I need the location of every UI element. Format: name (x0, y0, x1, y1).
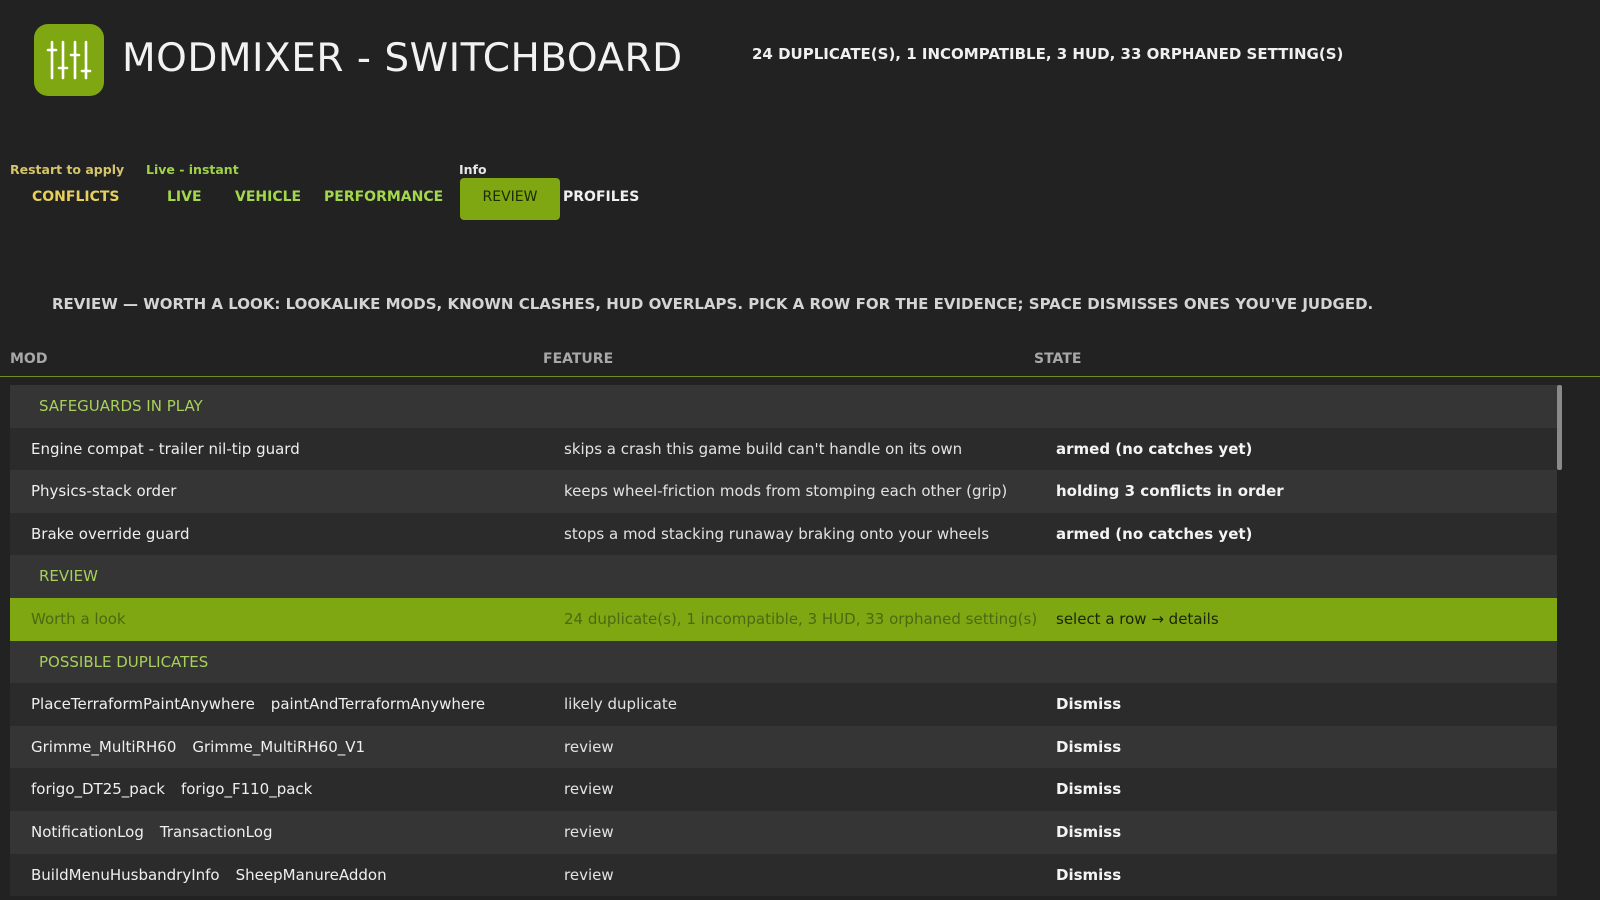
mod-name-a: NotificationLog (31, 822, 144, 841)
feature-cell: review (564, 737, 614, 756)
table-row[interactable]: Engine compat - trailer nil-tip guard sk… (10, 427, 1557, 471)
mod-cell: forigo_DT25_pack forigo_F110_pack (31, 768, 312, 811)
review-hint: REVIEW — WORTH A LOOK: LOOKALIKE MODS, K… (52, 295, 1374, 313)
feature-cell: review (564, 780, 614, 799)
column-header-state[interactable]: STATE (1034, 351, 1081, 367)
column-header-mod[interactable]: MOD (10, 351, 47, 367)
header-divider (0, 376, 1600, 377)
mod-name-a: BuildMenuHusbandryInfo (31, 865, 220, 884)
tab-performance[interactable]: PERFORMANCE (324, 178, 443, 220)
feature-cell: likely duplicate (564, 695, 677, 714)
mod-cell: BuildMenuHusbandryInfo SheepManureAddon (31, 854, 387, 897)
state-cell: holding 3 conflicts in order (1056, 482, 1284, 501)
section-label: SAFEGUARDS IN PLAY (39, 397, 203, 415)
mod-cell: Grimme_MultiRH60 Grimme_MultiRH60_V1 (31, 726, 365, 769)
mod-cell: Engine compat - trailer nil-tip guard (31, 439, 300, 458)
table-row[interactable]: Grimme_MultiRH60 Grimme_MultiRH60_V1 revi… (10, 725, 1557, 769)
mod-cell: NotificationLog TransactionLog (31, 811, 272, 854)
section-label: POSSIBLE DUPLICATES (39, 652, 209, 671)
feature-cell: stops a mod stacking runaway braking ont… (564, 524, 990, 543)
tab-review[interactable]: REVIEW (460, 178, 560, 220)
section-header-review[interactable]: REVIEW (10, 555, 1557, 598)
feature-cell: review (564, 865, 614, 884)
dismiss-button[interactable]: Dismiss (1056, 726, 1121, 769)
table-row[interactable]: PlaceTerraformPaintAnywhere paintAndTerra… (10, 683, 1557, 726)
dismiss-button[interactable]: Dismiss (1056, 854, 1121, 897)
mod-name-b: paintAndTerraformAnywhere (270, 695, 486, 714)
tab-vehicle[interactable]: VEHICLE (235, 178, 301, 220)
mod-name-a: PlaceTerraformPaintAnywhere (31, 695, 255, 714)
mod-cell: PlaceTerraformPaintAnywhere paintAndTerra… (31, 683, 485, 726)
state-cell: armed (no catches yet) (1056, 524, 1253, 543)
state-cell: armed (no catches yet) (1056, 439, 1253, 458)
section-header-safeguards[interactable]: SAFEGUARDS IN PLAY (10, 385, 1557, 428)
mod-name-b: forigo_F110_pack (180, 780, 313, 799)
section-header-duplicates[interactable]: POSSIBLE DUPLICATES (10, 640, 1557, 684)
mod-name-a: Grimme_MultiRH60 (31, 737, 177, 756)
app-logo (34, 24, 104, 96)
table-row[interactable]: Physics-stack order keeps wheel-friction… (10, 470, 1557, 513)
feature-cell: keeps wheel-friction mods from stomping … (564, 482, 1008, 501)
tab-group-live: Live - instant (146, 162, 239, 177)
issue-summary: 24 DUPLICATE(S), 1 INCOMPATIBLE, 3 HUD, … (752, 45, 1344, 63)
feature-cell: skips a crash this game build can't hand… (564, 439, 963, 458)
mod-cell: Worth a look (31, 609, 126, 628)
table-row-selected[interactable]: Worth a look 24 duplicate(s), 1 incompat… (10, 597, 1557, 641)
dismiss-button[interactable]: Dismiss (1056, 811, 1121, 854)
scrollbar-thumb[interactable] (1557, 385, 1562, 470)
column-header-feature[interactable]: FEATURE (543, 351, 613, 367)
mixer-sliders-icon (46, 40, 92, 80)
feature-cell: 24 duplicate(s), 1 incompatible, 3 HUD, … (564, 609, 1038, 628)
tab-group-restart: Restart to apply (10, 162, 125, 177)
mod-name-b: SheepManureAddon (235, 865, 387, 884)
mod-cell: Physics-stack order (31, 482, 177, 501)
mod-name-a: forigo_DT25_pack (31, 780, 165, 799)
review-table: SAFEGUARDS IN PLAY Engine compat - trail… (10, 385, 1557, 897)
dismiss-button[interactable]: Dismiss (1056, 768, 1121, 811)
dismiss-button[interactable]: Dismiss (1056, 683, 1121, 726)
mod-name-b: TransactionLog (159, 822, 273, 841)
table-row[interactable]: BuildMenuHusbandryInfo SheepManureAddon r… (10, 853, 1557, 897)
mod-cell: Brake override guard (31, 524, 190, 543)
mod-name-b: Grimme_MultiRH60_V1 (192, 737, 366, 756)
feature-cell: review (564, 822, 614, 841)
tab-conflicts[interactable]: CONFLICTS (32, 178, 120, 220)
table-row[interactable]: forigo_DT25_pack forigo_F110_pack review … (10, 768, 1557, 811)
tab-profiles[interactable]: PROFILES (563, 178, 639, 220)
state-cell: select a row → details (1056, 609, 1219, 628)
table-row[interactable]: Brake override guard stops a mod stackin… (10, 512, 1557, 556)
tab-live[interactable]: LIVE (167, 178, 202, 220)
section-label: REVIEW (39, 567, 98, 586)
app-title: MODMIXER - SWITCHBOARD (122, 36, 683, 81)
table-row[interactable]: NotificationLog TransactionLog review Dis… (10, 810, 1557, 854)
tab-group-info: Info (459, 162, 487, 177)
